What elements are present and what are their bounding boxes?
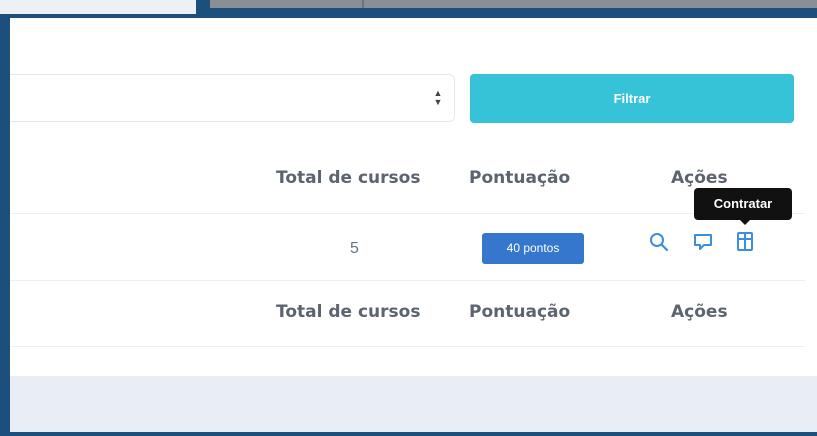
- filter-select[interactable]: ▲ ▼: [10, 74, 455, 122]
- row-divider: [10, 280, 805, 281]
- footer-divider: [10, 346, 805, 347]
- comment-icon[interactable]: [692, 231, 714, 253]
- filter-button[interactable]: Filtrar: [470, 74, 794, 123]
- background-gap: [196, 0, 210, 14]
- header-divider: [10, 213, 805, 214]
- action-tooltip: Contratar: [694, 188, 792, 225]
- background-panel: [0, 0, 196, 14]
- total-courses-value: 5: [350, 240, 359, 257]
- search-icon[interactable]: [648, 231, 670, 253]
- header-actions: Ações: [671, 168, 728, 188]
- app-window: ▲ ▼ Filtrar Total de cursos Pontuação Açõ…: [10, 18, 817, 432]
- footer-header-total-courses: Total de cursos: [276, 302, 421, 322]
- footer-header-actions: Ações: [671, 302, 728, 322]
- background-toolbar: [210, 0, 817, 8]
- score-badge: 40 pontos: [482, 233, 584, 264]
- header-score: Pontuação: [469, 168, 571, 188]
- footer-header-score: Pontuação: [469, 302, 571, 322]
- select-arrows-icon: ▲ ▼: [433, 88, 443, 107]
- header-total-courses: Total de cursos: [276, 168, 421, 188]
- contract-icon[interactable]: [734, 230, 756, 252]
- page-footer: [10, 376, 817, 432]
